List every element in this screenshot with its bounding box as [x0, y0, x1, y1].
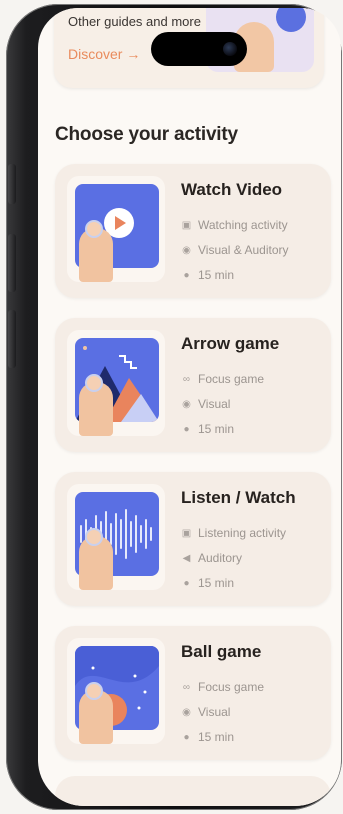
- meta-text: Auditory: [198, 551, 243, 565]
- clock-icon: ●: [183, 731, 190, 743]
- meta-text: 15 min: [198, 730, 235, 744]
- gamepad-icon: ∞: [182, 681, 191, 693]
- gamepad-icon: ∞: [182, 373, 191, 385]
- activity-meta-duration: ● 15 min: [181, 268, 234, 282]
- clock-icon: ●: [183, 577, 190, 589]
- activity-card-watch-video[interactable]: Watch Video ▣ Watching activity ◉ Visual &…: [55, 164, 331, 298]
- activity-meta-sense: ◀ Auditory: [181, 551, 242, 565]
- activity-meta-sense: ◉ Visual: [181, 397, 230, 411]
- activity-meta-duration: ● 15 min: [181, 730, 234, 744]
- camera-icon: [223, 42, 237, 56]
- person-head-illustration: [85, 220, 103, 238]
- activity-title: Ball game: [181, 642, 262, 661]
- meta-text: 15 min: [198, 422, 235, 436]
- meta-text: 15 min: [198, 268, 235, 282]
- sense-icon: ◉: [182, 706, 191, 718]
- next-activity-card[interactable]: [55, 776, 331, 806]
- volume-down-button: [8, 310, 16, 368]
- sense-icon: ◉: [182, 398, 191, 410]
- guides-card-text: Other guides and more: [68, 14, 201, 29]
- meta-text: Visual: [198, 397, 231, 411]
- phone-frame: Other guides and more Discover → Choose …: [6, 4, 342, 810]
- activity-meta-sense: ◉ Visual: [181, 705, 230, 719]
- activity-icon: ▣: [181, 219, 192, 231]
- dynamic-island: [151, 32, 247, 66]
- arrow-right-icon: →: [126, 46, 141, 62]
- activity-meta-type: ∞ Focus game: [181, 680, 264, 694]
- section-title: Choose your activity: [55, 124, 238, 145]
- person-head-illustration: [85, 528, 103, 546]
- activity-card-arrow-game[interactable]: Arrow game ∞ Focus game ◉ Visual ● 15 min: [55, 318, 331, 452]
- sense-icon: ◉: [182, 244, 191, 256]
- meta-text: Visual: [198, 705, 231, 719]
- meta-text: Visual & Auditory: [198, 243, 289, 257]
- meta-text: 15 min: [198, 576, 235, 590]
- activity-meta-type: ▣ Watching activity: [181, 218, 288, 232]
- meta-text: Focus game: [198, 680, 265, 694]
- discover-link[interactable]: Discover →: [68, 46, 140, 62]
- activity-icon: ▣: [181, 527, 192, 539]
- meta-text: Watching activity: [198, 218, 288, 232]
- activity-thumbnail: [67, 176, 165, 282]
- clock-icon: ●: [183, 423, 190, 435]
- activity-thumbnail: [67, 484, 165, 590]
- activity-meta-duration: ● 15 min: [181, 422, 234, 436]
- activity-meta-type: ∞ Focus game: [181, 372, 264, 386]
- meta-text: Focus game: [198, 372, 265, 386]
- activity-meta-duration: ● 15 min: [181, 576, 234, 590]
- activity-card-ball-game[interactable]: Ball game ∞ Focus game ◉ Visual ● 15 min: [55, 626, 331, 760]
- activity-thumbnail: [67, 330, 165, 436]
- activity-thumbnail: [67, 638, 165, 744]
- clock-icon: ●: [183, 269, 190, 281]
- app-screen: Other guides and more Discover → Choose …: [38, 8, 341, 806]
- activity-title: Listen / Watch: [181, 488, 296, 507]
- activity-title: Watch Video: [181, 180, 283, 199]
- volume-up-button: [8, 234, 16, 292]
- meta-text: Listening activity: [198, 526, 287, 540]
- speaker-icon: ◀: [182, 552, 191, 564]
- person-head-illustration: [85, 682, 103, 700]
- person-head-illustration: [85, 374, 103, 392]
- action-button: [8, 164, 16, 204]
- activity-card-listen-watch[interactable]: Listen / Watch ▣ Listening activity ◀ Audi…: [55, 472, 331, 606]
- activity-meta-sense: ◉ Visual & Auditory: [181, 243, 289, 257]
- activity-title: Arrow game: [181, 334, 280, 353]
- activity-meta-type: ▣ Listening activity: [181, 526, 286, 540]
- discover-label: Discover: [68, 46, 123, 62]
- gear-icon: [276, 8, 306, 32]
